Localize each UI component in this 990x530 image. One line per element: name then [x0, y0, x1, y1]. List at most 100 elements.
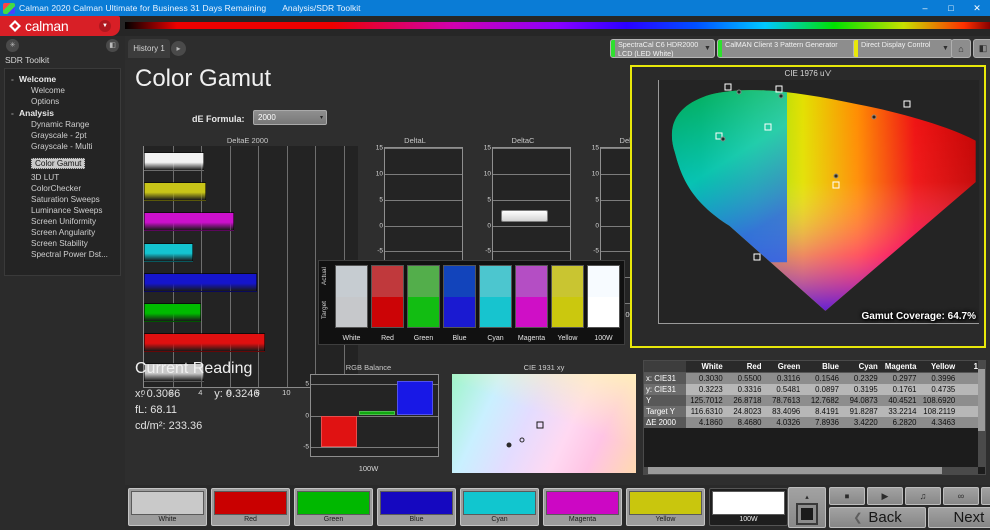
pattern-button-white[interactable]: White — [128, 488, 207, 526]
pattern-label: White — [158, 516, 177, 523]
table-cell: 91.8287 — [841, 406, 880, 417]
record-button[interactable]: ⏹ — [829, 487, 865, 505]
sidebar-group-analysis[interactable]: Analysis — [5, 107, 120, 119]
pattern-button-100w[interactable]: 100W — [709, 488, 788, 526]
chevron-down-icon[interactable]: ▼ — [99, 20, 111, 32]
window-title: Calman 2020 Calman Ultimate for Business… — [19, 3, 267, 13]
sidebar-group-welcome[interactable]: Welcome — [5, 73, 120, 85]
tab-history-1[interactable]: History 1 — [128, 39, 170, 58]
main-panel: Color Gamut dE Formula: 2000 ▾ DeltaE 20… — [125, 60, 990, 485]
bar-white — [144, 152, 204, 172]
sidebar-item-3d-lut[interactable]: 3D LUT — [5, 172, 120, 183]
sidebar-settings-icon[interactable]: ✳ — [6, 38, 19, 52]
table-cell: 4.3463 — [918, 417, 958, 428]
swatch-target — [588, 296, 619, 327]
row-header: Y — [644, 395, 686, 406]
table-corner — [644, 361, 686, 373]
sidebar-item-colorchecker[interactable]: ColorChecker — [5, 183, 120, 194]
maximize-button[interactable]: □ — [938, 0, 964, 16]
sidebar-panel-icon[interactable]: ◧ — [106, 38, 119, 52]
refresh-button[interactable]: ⟳ — [981, 487, 990, 505]
pattern-chip — [629, 491, 702, 515]
table-vertical-scrollbar[interactable] — [978, 361, 985, 467]
swatch-actual — [552, 266, 583, 297]
bottom-bar: White Red Green Blue Cyan Magenta Yellow 100W ▴… — [125, 485, 990, 530]
table-cell: 12.7682 — [802, 395, 841, 406]
pattern-button-yellow[interactable]: Yellow — [626, 488, 705, 526]
de-formula-value: 2000 — [258, 113, 276, 122]
table-cell: 0.3223 — [686, 384, 725, 395]
swatch-actual — [408, 266, 439, 297]
info-icon[interactable]: ◧ — [973, 39, 990, 58]
meter-label: SpectraCal C6 HDR2000 LCD (LED White) — [618, 40, 699, 58]
table-cell: 0.2977 — [879, 372, 919, 384]
minimize-button[interactable]: – — [912, 0, 938, 16]
close-button[interactable]: ✕ — [964, 0, 990, 16]
table-cell: 0.0897 — [802, 384, 841, 395]
sidebar-item-luminance-sweeps[interactable]: Luminance Sweeps — [5, 205, 120, 216]
chevron-down-icon[interactable]: ▼ — [701, 40, 714, 57]
y-tick: -5 — [593, 247, 599, 255]
bar-red — [144, 332, 265, 352]
loop-button[interactable]: ∞ — [943, 487, 979, 505]
table-horizontal-scrollbar[interactable] — [644, 467, 978, 474]
pattern-label: 100W — [739, 516, 758, 523]
swatch-label: White — [342, 335, 361, 342]
pattern-button-green[interactable]: Green — [294, 488, 373, 526]
table-cell: 0.3195 — [841, 384, 880, 395]
calman-wordmark: calman — [25, 18, 69, 34]
generator-selector[interactable]: CalMAN Client 3 Pattern Generator ▼ — [717, 39, 869, 58]
pattern-label: Blue — [409, 516, 424, 523]
sidebar-item-grayscale-2pt[interactable]: Grayscale - 2pt — [5, 130, 120, 141]
next-button[interactable]: Next ❯ — [928, 507, 990, 528]
table-cell: 94.0873 — [841, 395, 880, 406]
gridline — [311, 446, 438, 448]
sidebar-item-welcome[interactable]: Welcome — [5, 85, 120, 96]
table-cell: 0.3030 — [686, 372, 725, 384]
sidebar-item-options[interactable]: Options — [5, 96, 120, 107]
sidebar-item-screen-uniformity[interactable]: Screen Uniformity — [5, 216, 120, 227]
pattern-button-cyan[interactable]: Cyan — [460, 488, 539, 526]
table-cell: 8.4680 — [724, 417, 764, 428]
back-button[interactable]: ❮ Back — [829, 507, 926, 528]
control-label: Direct Display Control — [861, 40, 931, 49]
y-tick: 15 — [483, 144, 491, 152]
display-control-selector[interactable]: Direct Display Control ▼ — [853, 39, 953, 58]
sidebar-item-spectral-power-dst[interactable]: Spectral Power Dst... — [5, 249, 120, 260]
swatch-yellow — [551, 265, 584, 328]
sidebar-item-dynamic-range[interactable]: Dynamic Range — [5, 119, 120, 130]
meter-selector[interactable]: SpectraCal C6 HDR2000 LCD (LED White) ▼ — [610, 39, 715, 58]
top-toolbar: History 1 ▸ SpectraCal C6 HDR2000 LCD (LE… — [125, 36, 990, 60]
gridline — [385, 199, 462, 201]
sidebar-item-screen-stability[interactable]: Screen Stability — [5, 238, 120, 249]
measurement-table[interactable]: WhiteRedGreenBlueCyanMagentaYellow100W x… — [643, 360, 986, 475]
calman-logo[interactable]: calman ▼ — [0, 16, 120, 36]
swatch-target — [372, 296, 403, 327]
table-row: x: CIE31 0.3030 0.5500 0.3116 0.1546 0.2329 0.… — [644, 372, 985, 384]
measured-marker-cyan — [720, 136, 726, 142]
stop-button[interactable]: ▴ — [788, 487, 826, 528]
swatch-label: 100W — [594, 335, 613, 342]
sidebar-item-saturation-sweeps[interactable]: Saturation Sweeps — [5, 194, 120, 205]
cie1976-chart[interactable]: CIE 1976 u'v' Gamut Coverage: 64.7% — [630, 65, 986, 348]
pattern-button-red[interactable]: Red — [211, 488, 290, 526]
pattern-button-magenta[interactable]: Magenta — [543, 488, 622, 526]
play-button[interactable]: ▶ — [867, 487, 903, 505]
chevron-down-icon: ▾ — [319, 115, 323, 121]
sidebar-item-color-gamut[interactable]: Color Gamut — [31, 158, 86, 169]
de-formula-select[interactable]: 2000 ▾ — [253, 110, 327, 125]
bar-green — [359, 410, 395, 416]
note-button[interactable]: ♫ — [905, 487, 941, 505]
tab-add-icon[interactable]: ▸ — [171, 41, 186, 56]
table-cell: 0.4735 — [918, 384, 958, 395]
pattern-button-blue[interactable]: Blue — [377, 488, 456, 526]
bar-green — [144, 302, 202, 322]
gridline — [315, 146, 317, 387]
sidebar-tree[interactable]: WelcomeWelcomeOptionsAnalysisDynamic Ran… — [4, 68, 121, 276]
sidebar-item-screen-angularity[interactable]: Screen Angularity — [5, 227, 120, 238]
de-formula-label: dE Formula: — [192, 114, 245, 124]
home-icon[interactable]: ⌂ — [951, 39, 971, 58]
sidebar-item-grayscale-multi[interactable]: Grayscale - Multi — [5, 141, 120, 152]
table-cell: 125.7012 — [686, 395, 725, 406]
cie1931-chart[interactable]: CIE 1931 xy — [450, 363, 638, 475]
